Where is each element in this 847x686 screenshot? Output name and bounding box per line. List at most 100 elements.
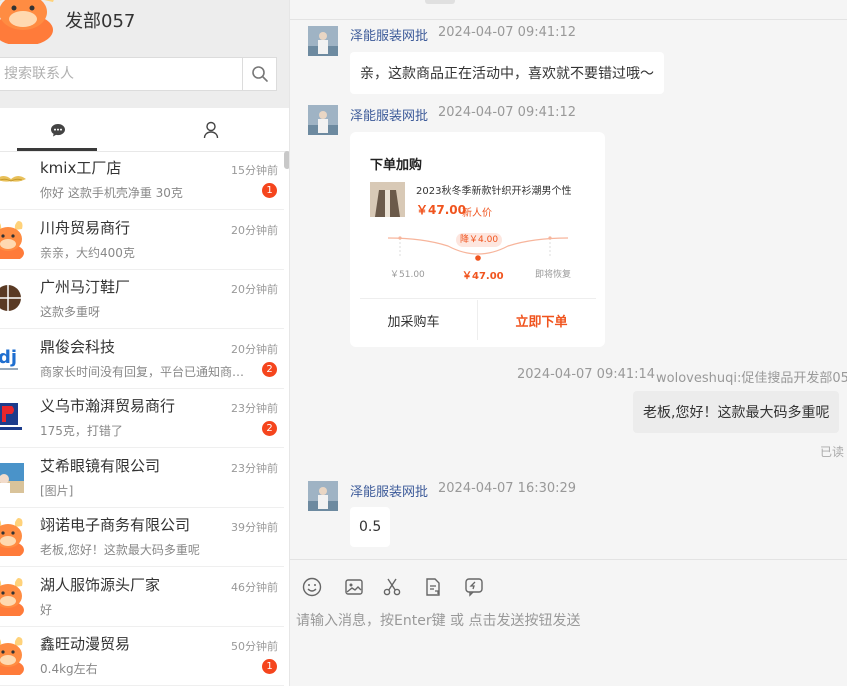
sender-avatar[interactable] xyxy=(308,26,338,56)
panel-tabs xyxy=(0,108,289,152)
search-input[interactable] xyxy=(4,58,240,90)
contact-time: 15分钟前 xyxy=(231,164,278,177)
contact-item[interactable]: 川舟贸易商行 20分钟前亲亲，大约400克 xyxy=(0,211,284,270)
scissors-icon xyxy=(383,578,401,596)
contact-time: 50分钟前 xyxy=(231,640,278,653)
profile-header: 发部057 xyxy=(0,0,289,108)
contact-avatar xyxy=(0,635,28,675)
contact-time: 23分钟前 xyxy=(231,461,278,475)
screenshot-button[interactable] xyxy=(381,576,403,598)
contact-avatar xyxy=(0,516,28,556)
tab-chats[interactable] xyxy=(0,108,130,152)
contact-avatar xyxy=(0,397,28,437)
card-title: 下单加购 xyxy=(370,158,423,173)
user-avatar[interactable] xyxy=(0,0,58,46)
person-icon xyxy=(203,121,218,139)
contact-time: 20分钟前 xyxy=(231,223,278,237)
contact-name: 义乌市瀚湃贸易商行 xyxy=(40,397,176,415)
product-thumbnail[interactable] xyxy=(370,182,405,217)
price-drop-badge: 降￥4.00 xyxy=(456,233,503,247)
contact-item[interactable]: 翊诺电子商务有限公司 39分钟前 老板,您好！这款最大码多重呢 xyxy=(0,508,284,567)
emoji-button[interactable] xyxy=(301,576,323,598)
message-time: 2024-04-07 09:41:12 xyxy=(438,105,577,120)
document-icon xyxy=(426,578,440,596)
unread-badge: 2 xyxy=(262,421,277,436)
contact-last-message: 好 xyxy=(40,602,53,617)
buy-now-button[interactable]: 立即下单 xyxy=(478,300,605,340)
contact-time: 46分钟前 xyxy=(231,580,278,594)
contact-avatar xyxy=(0,457,28,497)
department-name: 发部057 xyxy=(65,11,136,32)
contact-time: 20分钟前 xyxy=(231,283,278,296)
contact-name: 艾希眼镜有限公司 xyxy=(40,456,161,475)
contact-item[interactable]: 广州马汀鞋厂 20分钟前这款多重呀 xyxy=(0,270,284,329)
sender-name: 泽能服装网批 xyxy=(350,485,429,500)
contact-last-message: 亲亲，大约400克 xyxy=(40,245,135,260)
message-bubble[interactable]: 亲，这款商品正在活动中，喜欢就不要错过哦～ xyxy=(350,52,664,94)
contact-avatar xyxy=(0,159,28,199)
contact-item[interactable]: dj 鼎俊会科技 20分钟前商家长时间没有回复，平台已通知商家... 2 xyxy=(0,330,284,389)
unread-badge: 1 xyxy=(262,183,277,198)
image-button[interactable] xyxy=(343,576,365,598)
sender-name: 泽能服装网批 xyxy=(350,29,429,44)
message-input[interactable] xyxy=(296,610,836,680)
add-to-cart-button[interactable]: 加采购车 xyxy=(350,300,477,340)
contact-name: 鼎俊会科技 xyxy=(40,337,116,356)
current-price: ￥47.00 xyxy=(462,271,504,282)
svg-text:dj: dj xyxy=(0,347,17,368)
contact-item[interactable]: 义乌市瀚湃贸易商行 23分钟前 175克，打错了 2 xyxy=(0,389,284,448)
card-divider xyxy=(360,298,596,299)
contact-avatar: dj xyxy=(0,338,28,378)
contacts-panel: 发部057 kmix工厂店 15分钟前你好 这款手机壳净重 30克 1 川舟贸易商行 2… xyxy=(0,0,290,686)
chat-app: 发部057 kmix工厂店 15分钟前你好 这款手机壳净重 30克 1 川舟贸易商行 2… xyxy=(0,0,847,686)
message-list: 泽能服装网批 2024-04-07 09:41:12 亲，这款商品正在活动中，喜… xyxy=(290,21,847,559)
message-time: 2024-04-07 16:30:29 xyxy=(438,481,577,496)
contact-avatar xyxy=(0,278,28,318)
contact-last-message: 175克，打错了 xyxy=(40,424,123,438)
unread-badge: 2 xyxy=(262,361,277,377)
message-bubble[interactable]: 老板,您好！这款最大码多重呢 xyxy=(633,391,840,433)
message-composer xyxy=(290,559,847,686)
sender-name: woloveshuqi:促佳搜品开发部057 xyxy=(656,371,847,386)
quick-reply-button[interactable] xyxy=(463,576,485,598)
future-price-label: 即将恢复 xyxy=(535,270,572,280)
contact-name: 湖人服饰源头厂家 xyxy=(40,575,161,594)
contact-avatar xyxy=(0,576,28,616)
contact-item[interactable]: 鑫旺动漫贸易 50分钟前 0.4kg左右 1 xyxy=(0,627,284,686)
message-time: 2024-04-07 09:41:14 xyxy=(517,367,656,382)
order-button[interactable] xyxy=(422,576,444,598)
contact-name: 广州马汀鞋厂 xyxy=(40,278,131,296)
search-icon xyxy=(251,66,268,82)
tab-contacts[interactable] xyxy=(138,108,283,152)
contact-last-message: 商家长时间没有回复，平台已通知商家... xyxy=(40,364,250,379)
contact-last-message: 你好 这款手机壳净重 30克 xyxy=(40,186,183,200)
price-tag: 新人价 xyxy=(462,208,492,219)
sender-avatar[interactable] xyxy=(308,105,338,135)
quick-reply-icon xyxy=(465,578,483,597)
message-bubble[interactable]: 0.5 xyxy=(350,507,391,547)
contact-time: 23分钟前 xyxy=(231,402,278,415)
sender-avatar[interactable] xyxy=(308,481,338,511)
contact-list: kmix工厂店 15分钟前 你好 这款手机壳净重 30克 1 川舟贸易商行 20分钟前 亲亲… xyxy=(0,151,289,686)
contact-name: 川舟贸易商行 xyxy=(40,218,131,237)
header-tag xyxy=(425,0,455,4)
conversation-header xyxy=(290,0,847,20)
search-box xyxy=(0,57,277,91)
original-price: ￥51.00 xyxy=(390,270,425,280)
contact-item[interactable]: kmix工厂店 15分钟前 你好 这款手机壳净重 30克 1 xyxy=(0,151,284,210)
product-price: ￥47.00 xyxy=(416,203,466,217)
contact-last-message: 0.4kg左右 xyxy=(40,662,98,676)
search-button[interactable] xyxy=(242,58,276,90)
conversation-panel: 泽能服装网批 2024-04-07 09:41:12 亲，这款商品正在活动中，喜… xyxy=(290,0,847,686)
product-name[interactable]: 2023秋冬季新款针织开衫潮男个性 xyxy=(416,182,596,197)
contact-time: 20分钟前 xyxy=(231,342,278,356)
contact-name: 翊诺电子商务有限公司 xyxy=(40,516,191,534)
sender-name: 泽能服装网批 xyxy=(350,109,429,124)
emoji-icon xyxy=(302,577,322,597)
image-icon xyxy=(345,579,363,595)
contact-time: 39分钟前 xyxy=(231,521,278,534)
contact-last-message: 这款多重呀 xyxy=(40,305,101,319)
contact-item[interactable]: 艾希眼镜有限公司 23分钟前 [图片] xyxy=(0,449,284,508)
message-time: 2024-04-07 09:41:12 xyxy=(438,25,577,40)
contact-item[interactable]: 湖人服饰源头厂家 46分钟前好 xyxy=(0,568,284,627)
